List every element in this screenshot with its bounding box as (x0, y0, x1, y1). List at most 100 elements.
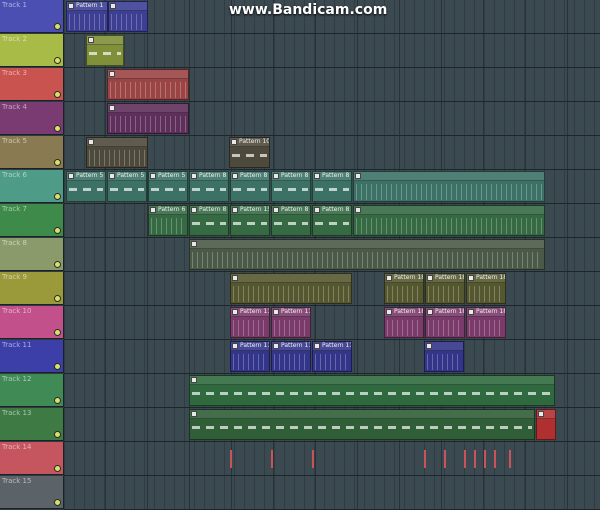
pattern-icon[interactable] (231, 139, 237, 145)
track-lane-9[interactable]: Pattern 18 Pattern 18 Pattern 18 (64, 272, 600, 306)
track-lane-5[interactable]: Pattern 10 (64, 136, 600, 170)
pattern-clip[interactable] (536, 409, 556, 440)
pattern-clip[interactable]: Pattern 5 (148, 171, 188, 202)
pattern-icon[interactable] (88, 37, 94, 43)
mute-toggle[interactable] (55, 126, 60, 131)
pattern-icon[interactable] (191, 377, 197, 383)
pattern-clip[interactable]: Pattern 8 (312, 205, 352, 236)
pattern-icon[interactable] (88, 139, 94, 145)
track-header-12[interactable]: Track 12 (0, 374, 64, 407)
mute-toggle[interactable] (55, 194, 60, 199)
mute-toggle[interactable] (55, 58, 60, 63)
track-header-8[interactable]: Track 8 (0, 238, 64, 271)
track-header-15[interactable]: Track 15 (0, 476, 64, 509)
pattern-icon[interactable] (314, 207, 320, 213)
track-header-7[interactable]: Track 7 (0, 204, 64, 237)
mute-toggle[interactable] (55, 262, 60, 267)
mute-toggle[interactable] (55, 432, 60, 437)
pattern-clip[interactable] (189, 239, 545, 270)
pattern-clip[interactable] (189, 375, 555, 406)
pattern-clip[interactable] (424, 341, 464, 372)
pattern-clip[interactable]: Pattern 18 (425, 273, 465, 304)
pattern-clip[interactable]: Pattern 8 (271, 205, 311, 236)
track-lane-12[interactable] (64, 374, 600, 408)
pattern-icon[interactable] (232, 207, 238, 213)
pattern-icon[interactable] (468, 275, 474, 281)
pattern-icon[interactable] (427, 275, 433, 281)
pattern-clip[interactable]: Pattern 18 (425, 307, 465, 338)
pattern-clip[interactable]: Pattern 11 (230, 307, 270, 338)
pattern-clip[interactable]: Pattern 8 (189, 171, 229, 202)
mute-toggle[interactable] (55, 330, 60, 335)
pattern-icon[interactable] (273, 207, 279, 213)
pattern-icon[interactable] (150, 173, 156, 179)
pattern-clip[interactable]: Pattern 5 (107, 171, 147, 202)
pattern-clip[interactable]: Pattern 8 (189, 205, 229, 236)
track-lane-8[interactable] (64, 238, 600, 272)
track-header-2[interactable]: Track 2 (0, 34, 64, 67)
note-marker[interactable] (494, 450, 496, 468)
pattern-clip[interactable]: Pattern 18 (466, 273, 506, 304)
mute-toggle[interactable] (55, 228, 60, 233)
pattern-clip[interactable]: Pattern 11 (271, 341, 311, 372)
pattern-clip[interactable]: Pattern 1 (66, 1, 108, 32)
pattern-clip[interactable] (86, 137, 148, 168)
pattern-icon[interactable] (232, 275, 238, 281)
pattern-clip[interactable] (108, 1, 148, 32)
track-header-5[interactable]: Track 5 (0, 136, 64, 169)
mute-toggle[interactable] (55, 466, 60, 471)
pattern-icon[interactable] (355, 207, 361, 213)
track-lane-10[interactable]: Pattern 11 Pattern 11 Pattern 18 Pattern… (64, 306, 600, 340)
mute-toggle[interactable] (55, 364, 60, 369)
note-marker[interactable] (271, 450, 273, 468)
pattern-clip[interactable]: Pattern 18 (466, 307, 506, 338)
pattern-icon[interactable] (386, 309, 392, 315)
track-header-1[interactable]: Track 1 (0, 0, 64, 33)
note-marker[interactable] (424, 450, 426, 468)
pattern-icon[interactable] (110, 3, 116, 9)
mute-toggle[interactable] (55, 500, 60, 505)
track-header-13[interactable]: Track 13 (0, 408, 64, 441)
pattern-icon[interactable] (191, 241, 197, 247)
pattern-icon[interactable] (191, 207, 197, 213)
track-header-11[interactable]: Track 11 (0, 340, 64, 373)
track-lane-4[interactable] (64, 102, 600, 136)
pattern-icon[interactable] (68, 3, 74, 9)
mute-toggle[interactable] (55, 398, 60, 403)
track-lane-3[interactable] (64, 68, 600, 102)
pattern-clip[interactable] (189, 409, 535, 440)
mute-toggle[interactable] (55, 24, 60, 29)
note-marker[interactable] (464, 450, 466, 468)
pattern-icon[interactable] (314, 173, 320, 179)
pattern-clip[interactable] (353, 171, 545, 202)
note-marker[interactable] (230, 450, 232, 468)
pattern-icon[interactable] (273, 309, 279, 315)
track-lane-14[interactable] (64, 442, 600, 476)
pattern-icon[interactable] (68, 173, 74, 179)
track-lane-7[interactable]: Pattern 6 Pattern 8 Pattern 15 Pattern 8 (64, 204, 600, 238)
pattern-icon[interactable] (314, 343, 320, 349)
pattern-icon[interactable] (273, 343, 279, 349)
track-header-6[interactable]: Track 6 (0, 170, 64, 203)
pattern-clip[interactable]: Pattern 18 (384, 307, 424, 338)
note-marker[interactable] (474, 450, 476, 468)
track-lane-13[interactable] (64, 408, 600, 442)
track-header-10[interactable]: Track 10 (0, 306, 64, 339)
pattern-clip[interactable]: Pattern 11 (271, 307, 311, 338)
pattern-clip[interactable] (107, 69, 189, 100)
pattern-icon[interactable] (150, 207, 156, 213)
pattern-clip[interactable]: Pattern 15 (230, 205, 270, 236)
pattern-icon[interactable] (232, 343, 238, 349)
pattern-clip[interactable] (353, 205, 545, 236)
pattern-icon[interactable] (109, 173, 115, 179)
mute-toggle[interactable] (55, 160, 60, 165)
pattern-icon[interactable] (468, 309, 474, 315)
pattern-icon[interactable] (427, 309, 433, 315)
pattern-clip[interactable]: Pattern 6 (148, 205, 188, 236)
pattern-icon[interactable] (426, 343, 432, 349)
pattern-clip[interactable]: Pattern 10 (229, 137, 270, 168)
pattern-icon[interactable] (273, 173, 279, 179)
pattern-icon[interactable] (191, 411, 197, 417)
pattern-icon[interactable] (355, 173, 361, 179)
pattern-icon[interactable] (386, 275, 392, 281)
